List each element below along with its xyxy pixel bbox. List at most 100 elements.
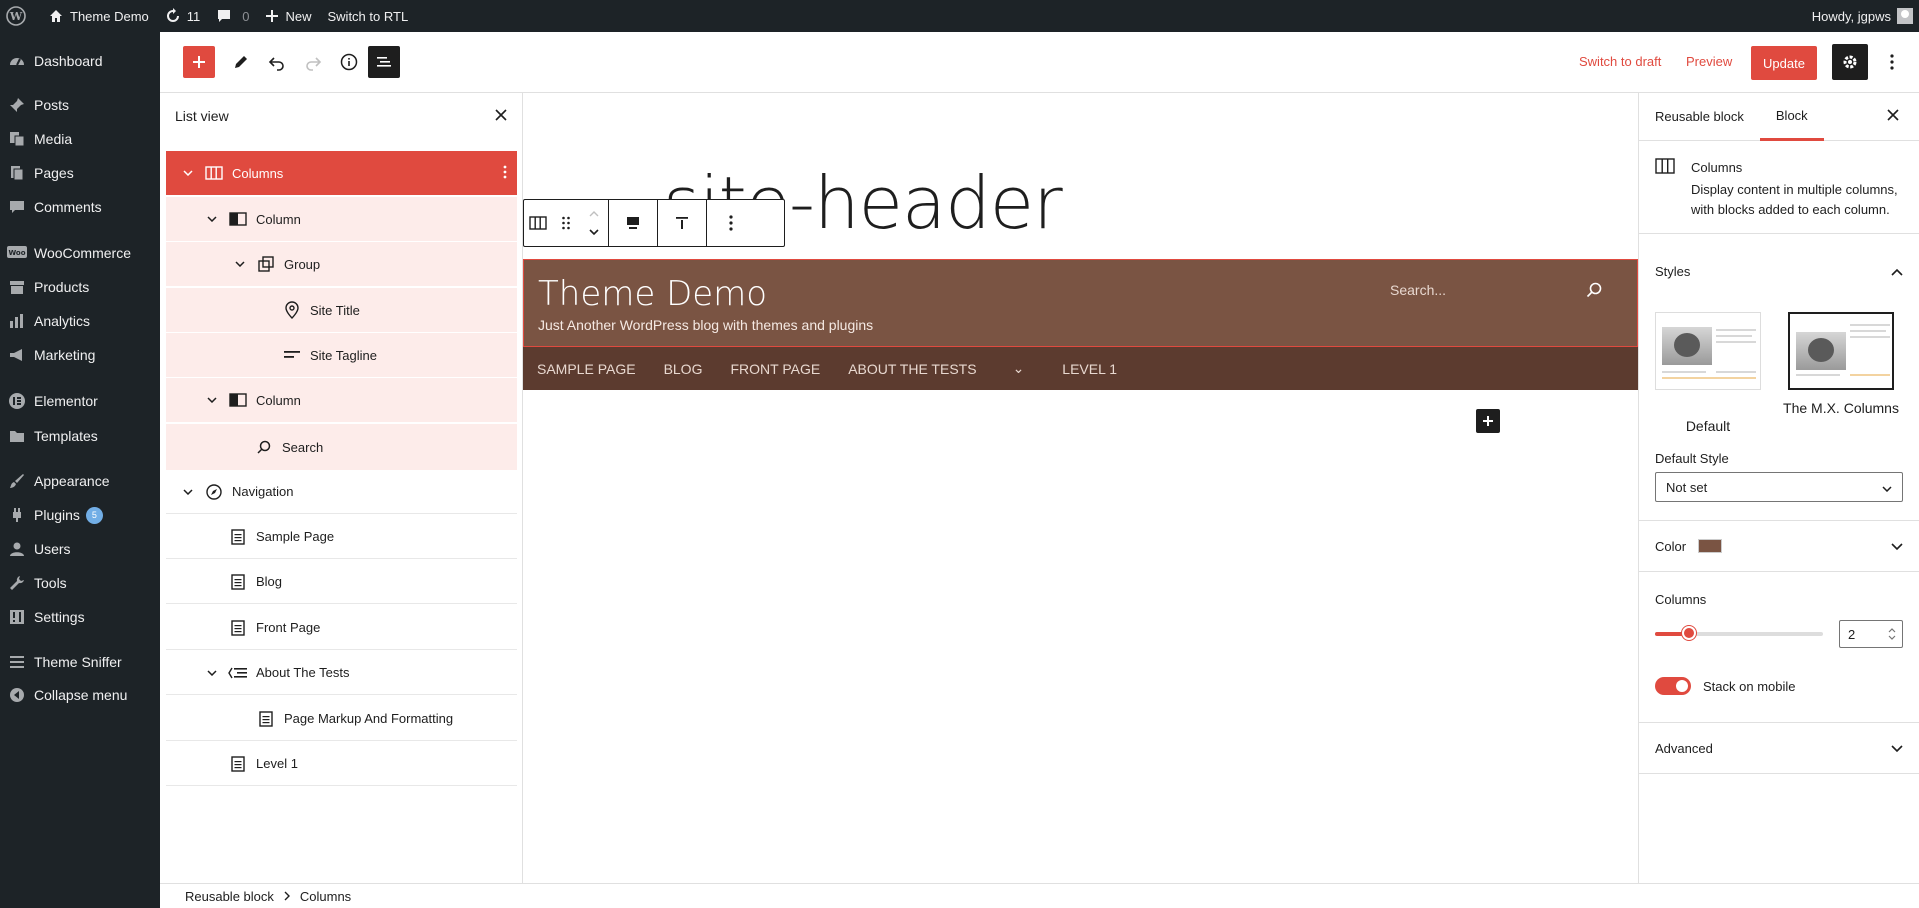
advanced-panel-toggle[interactable]: Advanced — [1639, 723, 1919, 773]
list-row-label: Search — [282, 439, 324, 455]
list-row-sample-page[interactable]: Sample Page — [166, 515, 517, 559]
sidebar-item-marketing[interactable]: Marketing — [0, 338, 160, 372]
site-title[interactable]: Theme Demo — [538, 274, 767, 314]
sidebar-item-comments[interactable]: Comments — [0, 190, 160, 224]
stack-on-mobile-label: Stack on mobile — [1703, 679, 1796, 694]
list-row-about-the-tests[interactable]: About The Tests — [166, 651, 517, 695]
details-button[interactable] — [333, 46, 365, 78]
sidebar-item-appearance[interactable]: Appearance — [0, 464, 160, 498]
color-swatch — [1698, 539, 1723, 553]
list-view-toggle[interactable] — [368, 46, 400, 78]
list-row-navigation[interactable]: Navigation — [166, 470, 517, 514]
add-block-button[interactable] — [1476, 409, 1500, 433]
sidebar-item-products[interactable]: Products — [0, 270, 160, 304]
nav-item-blog[interactable]: Blog — [664, 361, 703, 377]
options-button[interactable] — [1876, 46, 1908, 78]
settings-toggle[interactable] — [1832, 44, 1868, 80]
collapse-menu-button[interactable]: Collapse menu — [0, 678, 160, 712]
redo-button[interactable] — [297, 46, 329, 78]
breadcrumb-columns[interactable]: Columns — [300, 889, 351, 904]
chevron-down-icon[interactable] — [180, 488, 196, 495]
chevron-down-icon[interactable] — [204, 216, 220, 222]
tools-button[interactable] — [225, 46, 257, 78]
color-panel-toggle[interactable]: Color — [1639, 521, 1919, 571]
style-mx-thumbnail[interactable] — [1788, 312, 1894, 390]
nav-item-front-page[interactable]: Front Page — [730, 361, 820, 377]
update-button[interactable]: Update — [1751, 46, 1817, 80]
row-options-button[interactable] — [503, 165, 507, 182]
navigation-icon — [202, 483, 226, 500]
site-tagline[interactable]: Just Another WordPress blog with themes … — [538, 317, 873, 333]
vertical-align-button[interactable] — [658, 200, 706, 246]
default-style-select[interactable]: Not set — [1655, 472, 1903, 502]
block-options-button[interactable] — [707, 200, 755, 246]
list-row-column[interactable]: Column — [166, 378, 517, 422]
tab-reusable-block[interactable]: Reusable block — [1639, 93, 1760, 141]
list-row-column[interactable]: Column — [166, 197, 517, 241]
sidebar-item-posts[interactable]: Posts — [0, 88, 160, 122]
sidebar-item-templates[interactable]: Templates — [0, 419, 160, 453]
location-icon — [280, 301, 304, 319]
search-input[interactable]: Search... — [1390, 282, 1446, 298]
styles-panel-toggle[interactable]: Styles — [1639, 246, 1919, 296]
list-row-site-tagline[interactable]: Site Tagline — [166, 333, 517, 377]
updates-link[interactable]: 11 — [157, 0, 209, 32]
list-row-columns[interactable]: Columns — [166, 151, 517, 195]
sidebar-item-users[interactable]: Users — [0, 532, 160, 566]
sidebar-item-plugins[interactable]: Plugins 5 — [0, 498, 160, 532]
style-default-thumbnail[interactable] — [1655, 312, 1761, 390]
list-row-blog[interactable]: Blog — [166, 560, 517, 604]
block-inserter-button[interactable] — [183, 46, 215, 78]
account-menu[interactable]: Howdy, jgpws — [1812, 8, 1919, 24]
switch-rtl-link[interactable]: Switch to RTL — [320, 0, 417, 32]
chevron-down-icon[interactable] — [204, 397, 220, 403]
wordpress-logo-button[interactable]: W — [0, 0, 40, 32]
columns-number-input[interactable]: 2 — [1839, 620, 1903, 648]
nav-item-about-the-tests[interactable]: About The Tests — [848, 361, 976, 377]
chevron-down-icon[interactable] — [232, 261, 248, 267]
tab-block[interactable]: Block — [1759, 93, 1824, 141]
list-row-level-1[interactable]: Level 1 — [166, 742, 517, 786]
align-button[interactable] — [609, 200, 657, 246]
chevron-down-icon[interactable] — [180, 170, 196, 176]
columns-range-slider[interactable] — [1655, 626, 1823, 640]
sidebar-item-media[interactable]: Media — [0, 122, 160, 156]
undo-button[interactable] — [261, 46, 293, 78]
preview-button[interactable]: Preview — [1686, 54, 1732, 69]
nav-item-sample-page[interactable]: Sample Page — [537, 361, 636, 377]
nav-item-level-1[interactable]: Level 1 — [1062, 361, 1117, 377]
breadcrumb-reusable-block[interactable]: Reusable block — [185, 889, 274, 904]
undo-icon — [268, 57, 284, 71]
sidebar-item-analytics[interactable]: Analytics — [0, 304, 160, 338]
list-row-page-markup[interactable]: Page Markup And Formatting — [166, 697, 517, 741]
switch-to-draft-button[interactable]: Switch to draft — [1579, 54, 1661, 69]
nav-submenu-chevron-icon[interactable]: ⌄ — [1013, 360, 1025, 377]
list-row-search[interactable]: Search — [166, 424, 517, 470]
move-up-down-buttons[interactable] — [580, 200, 608, 246]
sidebar-item-elementor[interactable]: Elementor — [0, 384, 160, 418]
sidebar-item-settings[interactable]: Settings — [0, 600, 160, 634]
close-settings-button[interactable] — [1887, 109, 1899, 124]
new-content-link[interactable]: New — [257, 0, 319, 32]
pin-icon — [6, 95, 28, 115]
sidebar-item-pages[interactable]: Pages — [0, 156, 160, 190]
columns-block[interactable]: Theme Demo Just Another WordPress blog w… — [523, 259, 1638, 347]
sidebar-item-woocommerce[interactable]: Woo WooCommerce — [0, 236, 160, 270]
list-row-site-title[interactable]: Site Title — [166, 288, 517, 332]
sidebar-item-dashboard[interactable]: Dashboard — [0, 44, 160, 78]
comments-link[interactable]: 0 — [208, 0, 257, 32]
site-name-link[interactable]: Theme Demo — [40, 0, 157, 32]
sidebar-item-theme-sniffer[interactable]: Theme Sniffer — [0, 645, 160, 679]
close-list-view-button[interactable] — [495, 108, 507, 124]
group-icon — [254, 256, 278, 272]
search-button[interactable] — [1586, 282, 1602, 301]
block-type-button[interactable] — [524, 200, 552, 246]
columns-range-thumb[interactable] — [1682, 626, 1696, 640]
list-row-group[interactable]: Group — [166, 242, 517, 286]
chevron-down-icon[interactable] — [204, 669, 220, 676]
list-row-front-page[interactable]: Front Page — [166, 606, 517, 650]
stack-on-mobile-toggle[interactable] — [1655, 677, 1691, 695]
sidebar-item-tools[interactable]: Tools — [0, 566, 160, 600]
drag-handle[interactable] — [552, 200, 580, 246]
align-group — [609, 200, 658, 246]
